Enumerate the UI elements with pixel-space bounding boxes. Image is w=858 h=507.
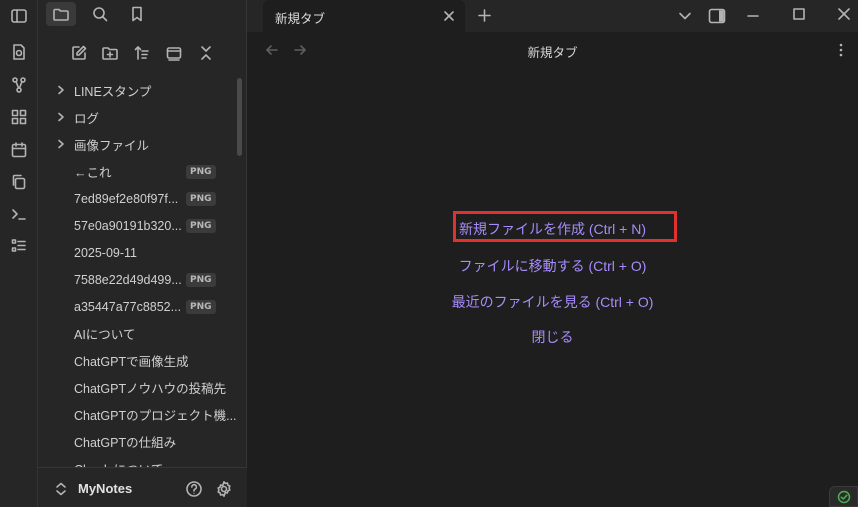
file-name: 7588e22d49d499...: [74, 272, 182, 287]
file-item[interactable]: 2025-09-11: [38, 239, 238, 266]
new-folder-icon[interactable]: [97, 40, 123, 66]
canvas-icon[interactable]: [7, 105, 31, 129]
sync-ok-check-icon[interactable]: [837, 490, 851, 504]
collapse-all-icon[interactable]: [193, 40, 219, 66]
status-bar: [829, 486, 858, 507]
tab-title: 新規タブ: [275, 12, 326, 26]
file-tree: LINEスタンプ ログ 画像ファイル ←これ PNG 7ed89ef2e80f9…: [38, 77, 247, 467]
chevron-right-icon: [58, 112, 64, 122]
maximize-icon[interactable]: [792, 7, 806, 21]
file-name: a35447a77c8852...: [74, 299, 182, 314]
help-icon[interactable]: [185, 480, 203, 498]
file-name: 7ed89ef2e80f97f...: [74, 191, 179, 206]
file-name: 2025-09-11: [74, 245, 138, 260]
vault-name[interactable]: MyNotes: [78, 481, 132, 496]
file-name: ChatGPTの仕組み: [74, 436, 177, 450]
file-name: ログ: [74, 112, 100, 126]
search-icon[interactable]: [85, 2, 115, 26]
close-link[interactable]: 閉じる: [247, 327, 858, 347]
minimize-icon[interactable]: [746, 9, 760, 23]
file-type-badge: PNG: [186, 218, 216, 233]
file-type-badge: PNG: [186, 164, 216, 179]
file-item[interactable]: 7588e22d49d499... PNG: [38, 266, 238, 293]
sidebar-toggle-icon[interactable]: [7, 4, 31, 28]
graph-view-icon[interactable]: [7, 73, 31, 97]
file-name: ChatGPTノウハウの投稿先: [74, 382, 227, 396]
file-item[interactable]: 7ed89ef2e80f97f... PNG: [38, 185, 238, 212]
chevron-right-icon: [58, 85, 64, 95]
file-name: AIについて: [74, 328, 136, 342]
close-tab-icon[interactable]: [443, 10, 455, 22]
file-item[interactable]: ChatGPTで画像生成: [38, 347, 238, 374]
file-type-badge: PNG: [186, 191, 216, 206]
settings-gear-icon[interactable]: [215, 480, 233, 498]
file-item[interactable]: Claudeについて: [38, 455, 238, 467]
file-name: ChatGPTで画像生成: [74, 355, 189, 369]
file-item[interactable]: ChatGPTの仕組み: [38, 428, 238, 455]
more-options-icon[interactable]: [835, 42, 847, 58]
file-name: 画像ファイル: [74, 139, 150, 153]
file-name: ←これ: [74, 166, 112, 180]
highlight-box: [453, 211, 677, 242]
file-type-badge: PNG: [186, 299, 216, 314]
file-type-badge: PNG: [186, 272, 216, 287]
go-to-file-link[interactable]: ファイルに移動する (Ctrl + O): [247, 256, 858, 276]
ribbon: [0, 0, 38, 507]
file-name: LINEスタンプ: [74, 85, 152, 99]
tab-list-chevron-down-icon[interactable]: [678, 9, 692, 23]
file-item[interactable]: ←これ PNG: [38, 158, 238, 185]
file-explorer-sidebar: LINEスタンプ ログ 画像ファイル ←これ PNG 7ed89ef2e80f9…: [38, 0, 247, 507]
sidebar-scrollbar[interactable]: [237, 78, 242, 156]
file-item[interactable]: a35447a77c8852... PNG: [38, 293, 238, 320]
right-sidebar-toggle-icon[interactable]: [707, 6, 727, 26]
file-item[interactable]: ChatGPTノウハウの投稿先: [38, 374, 238, 401]
folder-item[interactable]: 画像ファイル: [38, 131, 238, 158]
folder-item[interactable]: LINEスタンプ: [38, 77, 238, 104]
view-title: 新規タブ: [527, 46, 578, 60]
copy-icon[interactable]: [7, 170, 31, 194]
sort-icon[interactable]: [129, 40, 155, 66]
folder-item[interactable]: ログ: [38, 104, 238, 131]
file-name: 57e0a90191b320...: [74, 218, 182, 233]
recent-files-link[interactable]: 最近のファイルを見る (Ctrl + O): [247, 292, 858, 312]
files-tab-icon[interactable]: [46, 2, 76, 26]
auto-reveal-icon[interactable]: [161, 40, 187, 66]
file-item[interactable]: AIについて: [38, 320, 238, 347]
list-icon[interactable]: [7, 234, 31, 258]
tab-new-tab[interactable]: 新規タブ: [263, 0, 465, 32]
bookmark-icon[interactable]: [122, 2, 152, 26]
vault-switcher-bar: MyNotes: [38, 467, 247, 507]
file-name: Claudeについて: [74, 459, 163, 467]
file-item[interactable]: ChatGPTのプロジェクト機...: [38, 401, 238, 428]
file-item[interactable]: 57e0a90191b320... PNG: [38, 212, 238, 239]
view-header: 新規タブ: [247, 32, 858, 68]
chevron-right-icon: [58, 139, 64, 149]
terminal-icon[interactable]: [7, 202, 31, 226]
new-note-icon[interactable]: [66, 40, 92, 66]
tab-bar: 新規タブ: [247, 0, 858, 32]
vault-switch-icon[interactable]: [55, 482, 67, 496]
new-tab-plus-icon[interactable]: [477, 8, 492, 23]
file-name: ChatGPTのプロジェクト機...: [74, 409, 237, 423]
quick-switcher-icon[interactable]: [7, 40, 31, 64]
close-window-icon[interactable]: [837, 7, 851, 21]
calendar-icon[interactable]: [7, 138, 31, 162]
